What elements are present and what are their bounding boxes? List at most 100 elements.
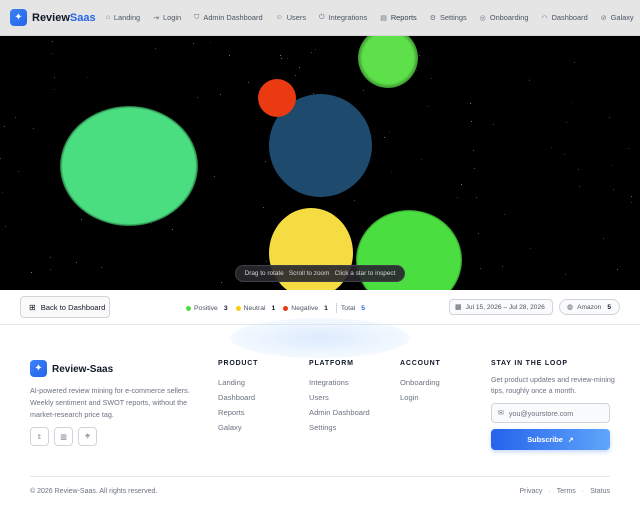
calendar-icon: ▦: [455, 304, 462, 311]
sparkle-logo-icon: ✦: [10, 9, 27, 26]
background-star: [579, 186, 580, 187]
background-star: [54, 77, 55, 78]
nav-item-login[interactable]: ⇥ Login: [153, 13, 181, 22]
social-links: 𝕥 ▥ ⎈: [30, 427, 102, 446]
privacy-link[interactable]: Privacy: [519, 488, 542, 495]
newsletter-email-field[interactable]: ✉: [491, 403, 610, 423]
background-star: [354, 200, 355, 201]
background-star: [52, 53, 53, 54]
background-star: [564, 154, 565, 155]
nav-item-onboarding[interactable]: ◎ Onboarding: [480, 13, 529, 22]
background-star: [265, 161, 266, 162]
background-star: [421, 159, 422, 160]
hint-inspect: Click a star to inspect: [334, 270, 396, 277]
mail-icon: ✉: [498, 410, 504, 417]
nav-item-admin-dashboard[interactable]: ⛉ Admin Dashboard: [194, 13, 262, 22]
grid-icon: ⊞: [29, 302, 36, 312]
status-link[interactable]: Status: [590, 488, 610, 495]
gear-icon: ⚙: [429, 14, 436, 22]
globe-icon: ◍: [567, 304, 574, 311]
nav-item-settings[interactable]: ⚙ Settings: [430, 13, 467, 22]
background-star: [617, 269, 618, 270]
nav-item-landing[interactable]: ⌂ Landing: [106, 13, 141, 22]
plug-icon: ⏻: [319, 13, 325, 21]
background-star: [416, 70, 417, 71]
background-star: [566, 122, 567, 123]
background-star: [172, 229, 173, 230]
background-star: [631, 202, 632, 203]
background-star: [431, 78, 432, 79]
positive-star-orb[interactable]: [358, 36, 418, 88]
background-star: [33, 128, 34, 129]
background-star: [5, 226, 6, 227]
background-star: [612, 165, 613, 166]
background-star: [603, 238, 604, 239]
background-star: [419, 55, 420, 56]
linkedin-icon[interactable]: ▥: [54, 427, 73, 446]
email-input[interactable]: [508, 408, 599, 418]
nav-item-reports[interactable]: ▤ Reports: [380, 13, 417, 22]
brand-name: ReviewSaas: [32, 11, 96, 24]
footer-description: AI-powered review mining for e-commerce …: [30, 386, 190, 419]
neutral-dot: [235, 305, 241, 311]
legend-positive: Positive 3: [186, 305, 228, 312]
background-star: [471, 121, 472, 122]
background-star: [578, 169, 579, 170]
positive-star-orb[interactable]: [60, 106, 198, 226]
footer-link-users[interactable]: Users: [309, 390, 370, 405]
date-range-picker[interactable]: ▦ Jul 15, 2026 – Jul 28, 2026: [449, 299, 553, 315]
twitter-icon[interactable]: 𝕥: [30, 427, 49, 446]
background-star: [101, 267, 102, 268]
footer-link-galaxy[interactable]: Galaxy: [218, 420, 258, 435]
footer-divider: [30, 476, 610, 477]
footer-link-onboarding[interactable]: Onboarding: [400, 375, 441, 390]
footer-link-settings[interactable]: Settings: [309, 420, 370, 435]
footer-column-newsletter: STAY IN THE LOOP: [491, 360, 568, 367]
copyright: © 2026 Review-Saas. All rights reserved.: [30, 488, 158, 495]
back-to-dashboard-button[interactable]: ⊞ Back to Dashboard: [20, 296, 110, 318]
terms-link[interactable]: Terms: [557, 488, 576, 495]
background-star: [263, 207, 264, 208]
background-star: [389, 132, 390, 133]
negative-dot: [283, 305, 289, 311]
background-star: [214, 176, 215, 177]
background-star: [87, 77, 88, 78]
footer-link-login[interactable]: Login: [400, 390, 441, 405]
legend-total: Total 5: [340, 304, 366, 312]
footer-brand-name: Review-Saas: [52, 364, 114, 375]
background-star: [4, 126, 5, 127]
nav-item-galaxy[interactable]: ⊘ Galaxy: [601, 13, 634, 22]
background-star: [266, 261, 267, 262]
background-star: [18, 171, 19, 172]
background-star: [384, 137, 385, 138]
nav-item-integrations[interactable]: ⏻ Integrations: [319, 13, 367, 22]
nav-item-dashboard[interactable]: ◠ Dashboard: [541, 13, 587, 22]
background-star: [281, 58, 282, 59]
background-star: [461, 184, 462, 185]
background-star: [474, 168, 475, 169]
nav-item-users[interactable]: ☺ Users: [276, 13, 306, 22]
background-star: [193, 43, 194, 44]
footer-link-integrations[interactable]: Integrations: [309, 375, 370, 390]
subscribe-button[interactable]: Subscribe ↗: [491, 429, 610, 450]
background-star: [363, 90, 364, 91]
background-star: [551, 147, 552, 148]
background-star: [428, 106, 429, 107]
galaxy-viewport[interactable]: Drag to rotate Scroll to zoom Click a st…: [0, 36, 640, 290]
background-star: [221, 282, 222, 283]
background-star: [299, 67, 300, 68]
footer-link-reports[interactable]: Reports: [218, 405, 258, 420]
gauge-icon: ◠: [541, 14, 548, 22]
store-filter[interactable]: ◍ Amazon 5: [559, 299, 620, 315]
footer-link-admin-dashboard[interactable]: Admin Dashboard: [309, 405, 370, 420]
brand[interactable]: ✦ ReviewSaas: [10, 9, 96, 26]
background-star: [54, 89, 55, 90]
background-star: [478, 233, 479, 234]
footer-link-landing[interactable]: Landing: [218, 375, 258, 390]
background-star: [197, 97, 198, 98]
footer-link-dashboard[interactable]: Dashboard: [218, 390, 258, 405]
background-star: [480, 268, 481, 269]
github-icon[interactable]: ⎈: [78, 427, 97, 446]
negative-star-orb[interactable]: [258, 79, 296, 117]
background-star: [280, 55, 281, 56]
